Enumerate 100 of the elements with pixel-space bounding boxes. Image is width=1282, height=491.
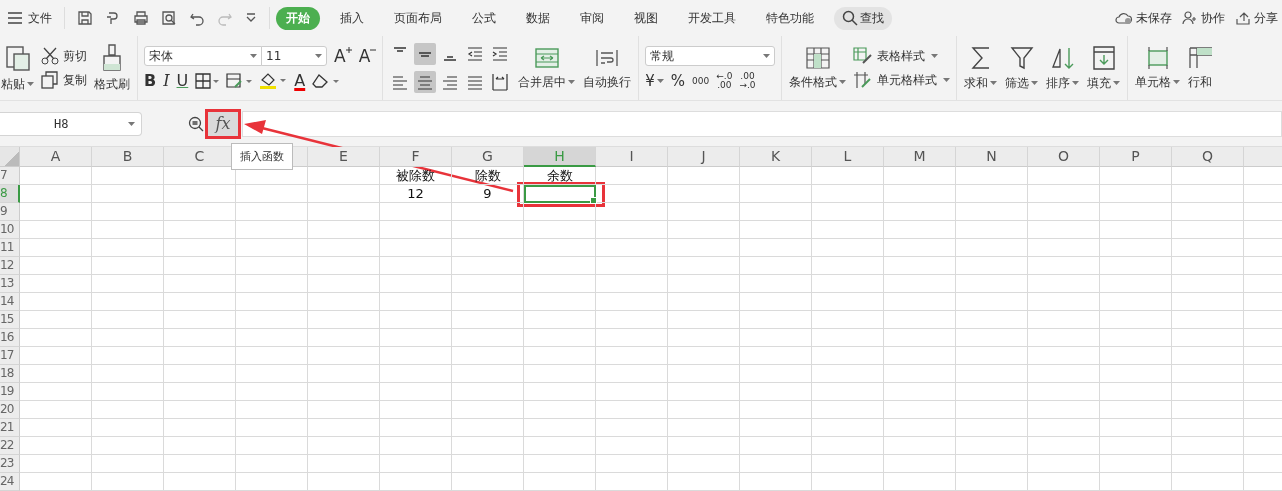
ribbon-tab[interactable]: 数据 [516,6,560,30]
save-icon[interactable] [77,10,93,26]
font-size-field[interactable]: 11 [261,46,327,66]
decrease-font-button[interactable]: A [358,47,377,65]
bold-button[interactable]: B [144,72,157,90]
fill-button[interactable]: 填充 [1086,42,1122,94]
row-header[interactable]: 9 [0,203,20,221]
table-cell [380,383,452,401]
row-header[interactable]: 24 [0,473,20,491]
font-color-button[interactable]: A [294,72,306,90]
cell-style-button[interactable]: 单元格样式 [853,71,951,89]
column-header[interactable]: A [20,147,92,167]
column-header[interactable]: L [812,147,884,167]
fill-style-icon[interactable] [226,73,253,89]
row-header[interactable]: 18 [0,365,20,383]
borders-icon[interactable] [195,73,220,89]
align-middle-icon[interactable] [414,43,437,65]
toolbar-action[interactable]: 协作 [1182,9,1225,27]
print-preview-icon[interactable] [161,10,177,26]
search-button[interactable]: 查找 [834,6,892,30]
increase-font-button[interactable]: A [334,47,352,65]
table-cell [812,185,884,203]
sort-button[interactable]: 排序 [1045,42,1081,94]
table-cell [164,311,236,329]
row-header[interactable]: 20 [0,401,20,419]
column-header[interactable]: N [956,147,1028,167]
ribbon-tab[interactable]: 特色功能 [756,6,824,30]
row-header[interactable]: 7 [0,167,20,185]
ribbon-tab[interactable]: 插入 [330,6,374,30]
eraser-icon[interactable] [312,73,341,89]
format-painter-button[interactable]: 格式刷 [93,41,131,95]
currency-button[interactable]: ¥ [645,72,664,90]
row-header[interactable]: 23 [0,455,20,473]
underline-button[interactable]: U [176,72,189,90]
column-header[interactable]: P [1100,147,1172,167]
table-cell [452,239,524,257]
table-cell [236,293,308,311]
export-icon[interactable] [105,10,121,26]
font-field[interactable]: 宋体 [144,46,262,66]
cells-button[interactable]: 单元格 [1134,43,1182,93]
column-header[interactable]: O [1028,147,1100,167]
conditional-format-button[interactable]: 条件格式 [788,43,848,93]
column-header[interactable]: E [308,147,380,167]
file-menu[interactable]: 文件 [2,7,58,29]
align-center-icon[interactable] [414,71,437,93]
italic-button[interactable]: I [163,72,170,90]
row-header[interactable]: 14 [0,293,20,311]
column-header[interactable]: F [380,147,452,167]
ribbon-tab[interactable]: 公式 [462,6,506,30]
row-header[interactable]: 15 [0,311,20,329]
row-header[interactable]: 11 [0,239,20,257]
selected-cell[interactable] [524,185,596,203]
zoom-out-icon[interactable] [188,115,204,132]
row-header[interactable]: 22 [0,437,20,455]
table-cell [92,401,164,419]
sum-button[interactable]: 求和 [963,42,999,94]
column-header[interactable]: B [92,147,164,167]
insert-function-button[interactable]: fx [208,111,238,136]
column-header[interactable]: M [884,147,956,167]
column-header[interactable]: J [668,147,740,167]
row-header[interactable]: 19 [0,383,20,401]
column-header[interactable]: I [596,147,668,167]
column-header[interactable]: G [452,147,524,167]
ribbon-tab[interactable]: 视图 [624,6,668,30]
number-format-field[interactable]: 常规 [645,46,776,66]
row-header[interactable]: 16 [0,329,20,347]
copy-button[interactable]: 复制 [41,71,87,89]
decimal-label: ←.0 [716,72,733,81]
row-header[interactable]: 17 [0,347,20,365]
ribbon-tab[interactable]: 审阅 [570,6,614,30]
percent-button[interactable]: % [670,72,686,90]
toolbar-action[interactable]: 未保存 [1115,9,1172,27]
table-cell [1172,275,1244,293]
column-header[interactable]: Q [1172,147,1244,167]
dropdown-icon[interactable] [245,12,257,24]
cut-button[interactable]: 剪切 [41,47,87,65]
row-header[interactable]: 13 [0,275,20,293]
increase-decimal-button[interactable]: ←.0 .00 [716,72,733,90]
column-header[interactable]: K [740,147,812,167]
highlight-color-icon[interactable] [259,72,288,90]
merge-center-button[interactable]: 合并居中 [517,43,577,93]
paste-button[interactable]: 粘贴 [0,41,35,95]
ribbon-tab[interactable]: 页面布局 [384,6,452,30]
rows-columns-button[interactable]: 行和 [1187,43,1214,93]
toolbar-action[interactable]: 分享 [1235,9,1278,27]
fill-handle[interactable] [590,197,597,204]
print-icon[interactable] [133,10,149,26]
row-header[interactable]: 21 [0,419,20,437]
row-header[interactable]: 10 [0,221,20,239]
thousands-button[interactable]: 000 [692,72,710,90]
wrap-text-button[interactable]: 自动换行 [582,43,633,93]
name-box[interactable]: H8 [0,111,142,136]
table-cell [164,185,236,203]
formula-field[interactable] [242,110,1282,137]
filter-button[interactable]: 筛选 [1004,42,1040,94]
ribbon-tab[interactable]: 开发工具 [678,6,746,30]
decrease-decimal-button[interactable]: .00 →.0 [739,72,756,90]
table-style-button[interactable]: 表格样式 [853,47,951,65]
table-cell [668,473,740,491]
row-header[interactable]: 12 [0,257,20,275]
